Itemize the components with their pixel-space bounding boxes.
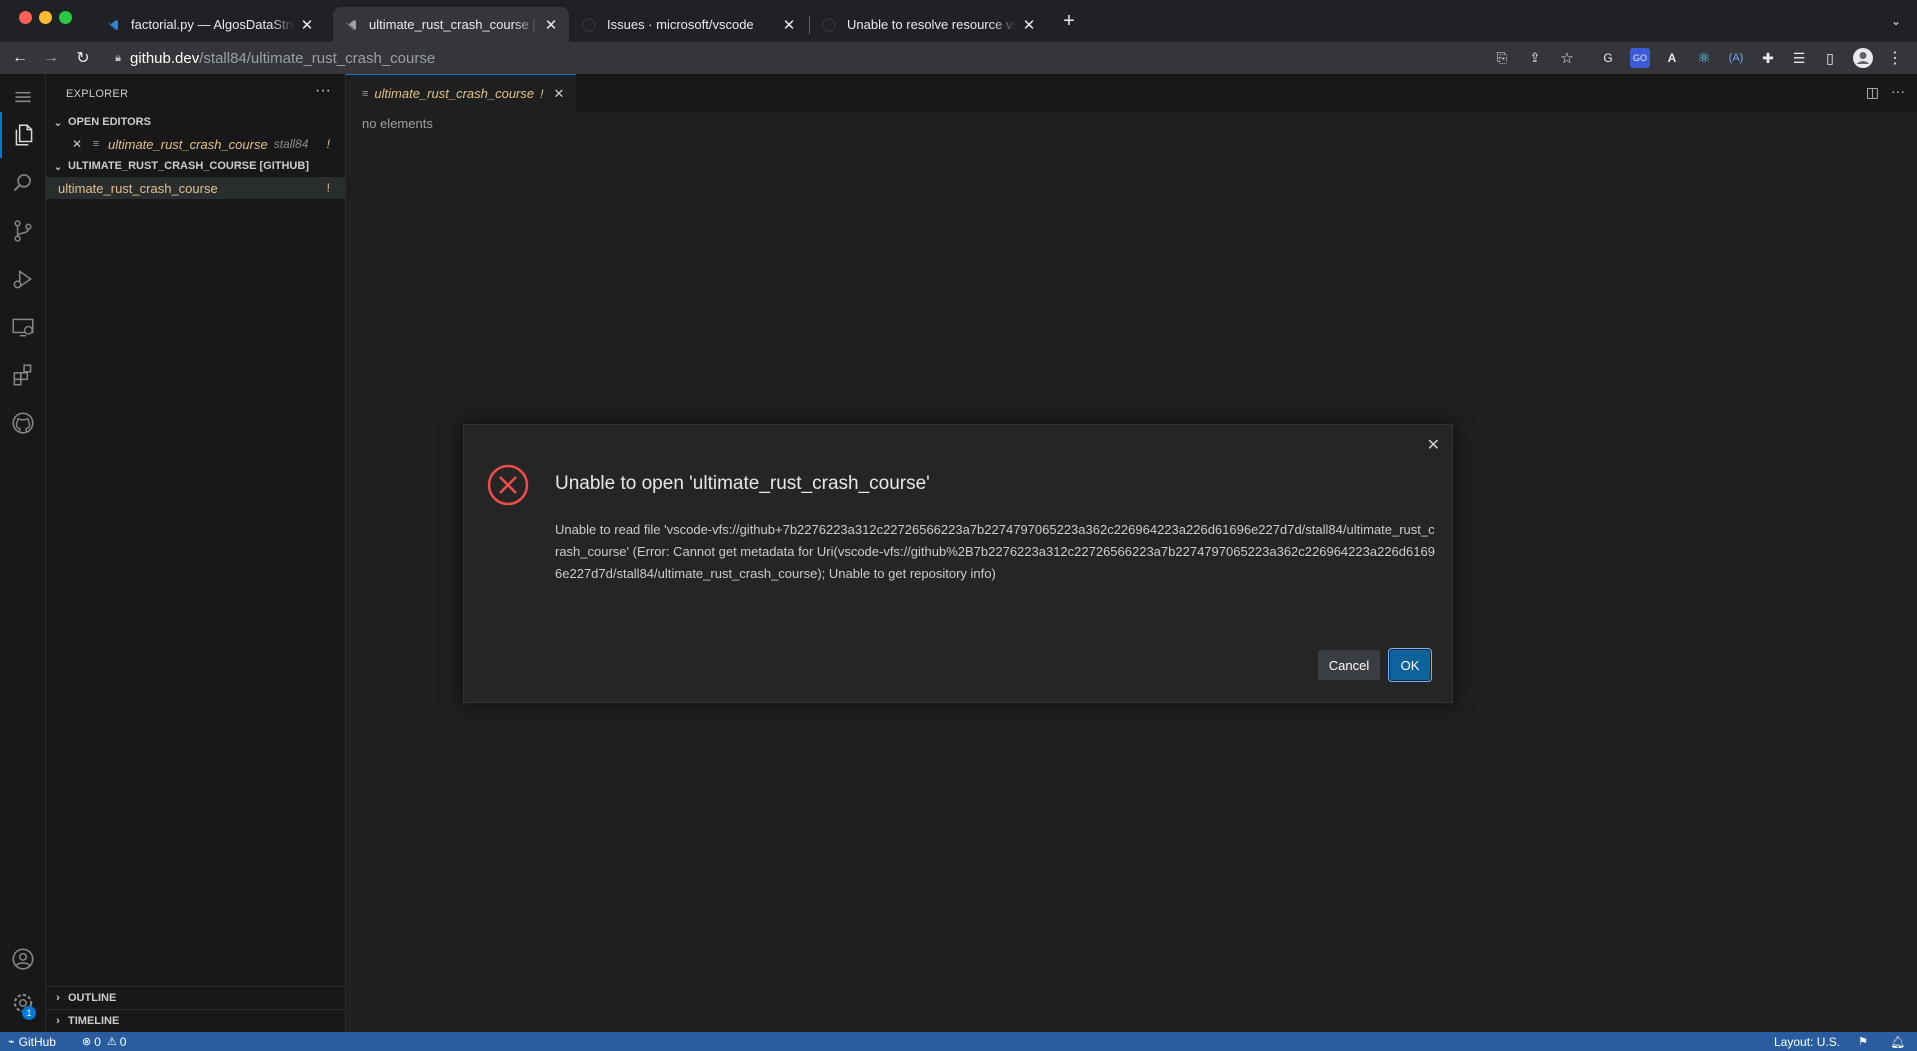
tab-close-icon[interactable]: ✕ — [299, 16, 315, 34]
file-lines-icon: ≡ — [92, 138, 100, 150]
chevron-right-icon: › — [56, 992, 60, 1004]
editor-tab-strip: ≡ ultimate_rust_crash_course ! ✕ ◫ ··· — [346, 74, 1917, 112]
close-tab-icon[interactable]: ✕ — [553, 86, 564, 102]
dialog-title: Unable to open 'ultimate_rust_crash_cour… — [555, 473, 930, 494]
tab-close-icon[interactable]: ✕ — [543, 16, 559, 34]
reading-list-icon[interactable]: ☰ — [1787, 46, 1811, 70]
browser-menu-icon[interactable]: ⋮ — [1883, 46, 1907, 70]
close-editor-icon[interactable]: ✕ — [72, 137, 86, 151]
profile-avatar[interactable] — [1851, 46, 1875, 70]
window-close-button[interactable] — [19, 11, 32, 24]
vscode-icon — [105, 17, 121, 33]
extension-go-icon[interactable]: GO — [1630, 48, 1650, 68]
tab-search-chevron-icon[interactable]: ⌄ — [1884, 9, 1908, 33]
error-dialog: ✕ Unable to open 'ultimate_rust_crash_co… — [463, 424, 1453, 703]
editor-tab-active[interactable]: ≡ ultimate_rust_crash_course ! ✕ — [346, 74, 577, 112]
page-action-icon[interactable]: ⎘ — [1490, 46, 1514, 70]
browser-toolbar: ← → ↻ 🔒︎ github.dev/stall84/ultimate_rus… — [0, 42, 1917, 74]
bookmark-star-icon[interactable]: ☆ — [1555, 46, 1579, 70]
browser-tab[interactable]: factorial.py — AlgosDataStructures ✕ — [95, 7, 325, 42]
extension-bracket-a-icon[interactable]: (A) — [1726, 48, 1746, 68]
timeline-section-header[interactable]: › TIMELINE — [46, 1009, 346, 1031]
extension-a-icon[interactable]: A — [1662, 48, 1682, 68]
feedback-icon[interactable]: ⚑ — [1858, 1032, 1868, 1051]
extensions-icon[interactable] — [0, 352, 46, 398]
open-editor-item[interactable]: ✕ ≡ ultimate_rust_crash_course stall84 ! — [46, 133, 346, 155]
explorer-files-icon[interactable] — [0, 112, 46, 158]
browser-tab[interactable]: Unable to resolve resource vscode ✕ — [811, 7, 1047, 42]
new-tab-plus-icon[interactable]: + — [1057, 9, 1081, 33]
settings-update-badge: 1 — [22, 1006, 36, 1020]
run-debug-icon[interactable] — [0, 256, 46, 302]
settings-gear-icon[interactable]: 1 — [0, 980, 46, 1026]
file-lines-icon: ≡ — [362, 87, 369, 100]
browser-tab-active[interactable]: ultimate_rust_crash_course [GitHub] ✕ — [333, 7, 569, 42]
modified-badge: ! — [326, 181, 330, 195]
search-icon[interactable] — [0, 160, 46, 206]
open-editors-section-header[interactable]: ⌄ OPEN EDITORS — [46, 111, 346, 133]
back-arrow-icon[interactable]: ← — [8, 46, 32, 70]
editor-more-icon[interactable]: ··· — [1891, 83, 1905, 99]
explorer-title: EXPLORER — [66, 88, 129, 100]
more-actions-icon[interactable]: ··· — [315, 82, 331, 100]
chevron-down-icon: ⌄ — [53, 116, 63, 129]
chevron-down-icon: ⌄ — [53, 160, 63, 173]
keyboard-layout-indicator[interactable]: Layout: U.S. — [1774, 1032, 1840, 1051]
tab-close-icon[interactable]: ✕ — [781, 16, 797, 34]
github-icon[interactable] — [0, 400, 46, 446]
notifications-bell-icon[interactable]: 🔔︎ — [1890, 1032, 1905, 1051]
tab-close-icon[interactable]: ✕ — [1021, 16, 1037, 34]
modified-badge: ! — [326, 137, 330, 151]
ok-button[interactable]: OK — [1388, 648, 1432, 682]
chevron-right-icon: › — [56, 1014, 60, 1027]
side-panel-icon[interactable]: ▯ — [1818, 46, 1842, 70]
explorer-sidebar: EXPLORER ··· ⌄ OPEN EDITORS ✕ ≡ ultimate… — [46, 74, 346, 1032]
error-circle-icon — [487, 464, 529, 506]
github-icon — [581, 17, 597, 33]
address-bar[interactable]: 🔒︎ github.dev/stall84/ultimate_rust_cras… — [106, 44, 1846, 72]
react-devtools-icon[interactable]: ⚛ — [1694, 48, 1714, 68]
github-icon — [821, 17, 837, 33]
tab-separator — [809, 16, 810, 34]
window-minimize-button[interactable] — [39, 11, 52, 24]
extension-icon[interactable]: G — [1598, 48, 1618, 68]
activity-bar: 1 — [0, 74, 46, 1032]
no-elements-text: no elements — [362, 116, 433, 131]
dialog-message: Unable to read file 'vscode-vfs://github… — [555, 522, 1435, 581]
repo-section-header[interactable]: ⌄ ULTIMATE_RUST_CRASH_COURSE [GITHUB] — [46, 155, 346, 177]
source-control-icon[interactable] — [0, 208, 46, 254]
status-bar: ⌁ GitHub ⊗ 0 ⚠ 0 Layout: U.S. ⚑ 🔔︎ — [0, 1032, 1917, 1051]
forward-arrow-icon[interactable]: → — [39, 46, 63, 70]
remote-icon: ⌁ — [8, 1036, 15, 1048]
share-icon[interactable]: ⇪ — [1523, 46, 1547, 70]
cancel-button[interactable]: Cancel — [1318, 650, 1380, 680]
problems-indicator[interactable]: ⊗ 0 ⚠ 0 — [82, 1032, 126, 1051]
reload-icon[interactable]: ↻ — [71, 46, 95, 70]
window-zoom-button[interactable] — [59, 11, 72, 24]
browser-tab[interactable]: Issues · microsoft/vscode ✕ — [571, 7, 807, 42]
lock-icon: 🔒︎ — [115, 51, 121, 64]
remote-explorer-icon[interactable] — [0, 304, 46, 350]
accounts-icon[interactable] — [0, 936, 46, 982]
warning-icon: ⚠ — [106, 1036, 117, 1048]
remote-indicator[interactable]: ⌁ GitHub — [8, 1032, 56, 1051]
dialog-close-icon[interactable]: ✕ — [1427, 435, 1440, 455]
outline-section-header[interactable]: › OUTLINE — [46, 987, 346, 1009]
repo-tree-item[interactable]: ultimate_rust_crash_course ! — [46, 177, 346, 199]
extensions-puzzle-icon[interactable]: ✚ — [1756, 46, 1780, 70]
error-icon: ⊗ — [82, 1036, 92, 1048]
browser-tab-bar: factorial.py — AlgosDataStructures ✕ ult… — [0, 0, 1917, 42]
vscode-icon — [343, 17, 359, 33]
split-editor-icon[interactable]: ◫ — [1866, 84, 1879, 101]
